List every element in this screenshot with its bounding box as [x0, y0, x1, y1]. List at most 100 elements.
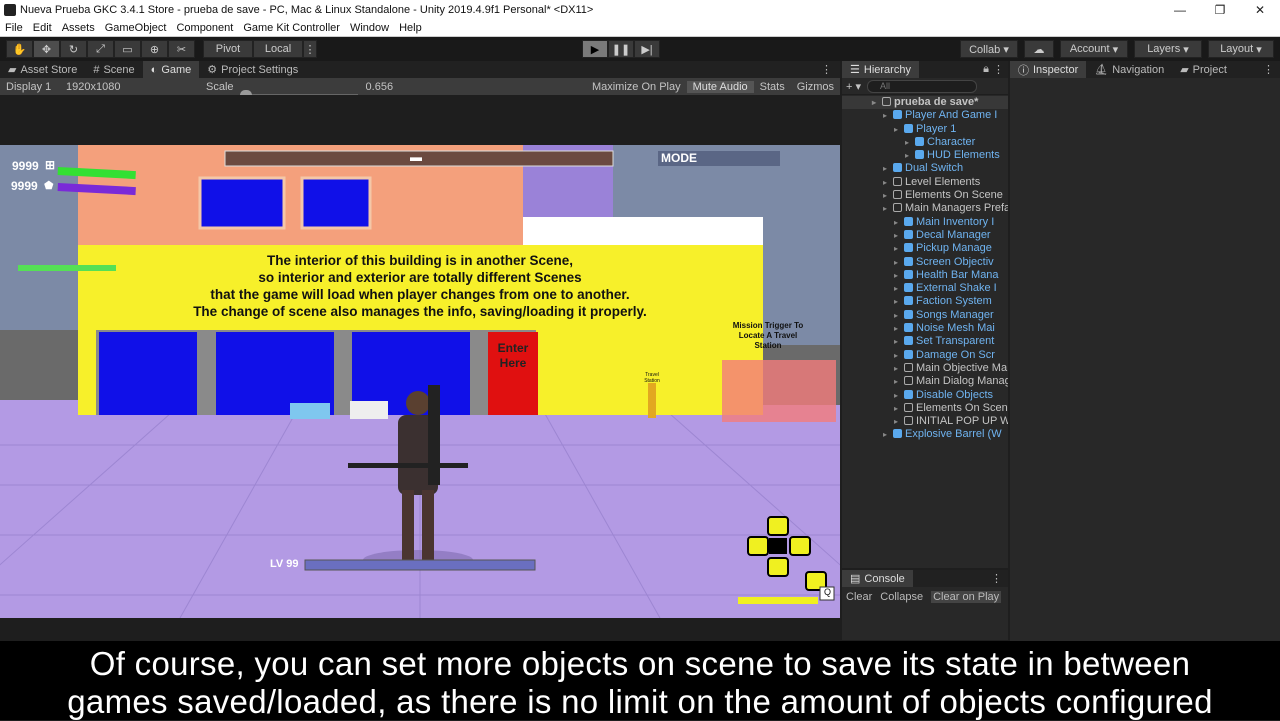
play-button[interactable]: ▶ — [582, 40, 608, 58]
panel-menu-icon[interactable]: ⋮ — [821, 63, 840, 76]
hierarchy-item[interactable]: ▸ Set Transparent — [842, 335, 1008, 348]
step-button[interactable]: ▶| — [634, 40, 660, 58]
hierarchy-item[interactable]: ▸ Main Inventory I — [842, 216, 1008, 229]
tab-asset-store[interactable]: ▰ Asset Store — [0, 61, 85, 78]
hierarchy-item[interactable]: ▸ Main Dialog Manag — [842, 375, 1008, 388]
expand-arrow-icon[interactable]: ▸ — [872, 96, 882, 109]
tab-project[interactable]: ▰ Project — [1172, 61, 1235, 78]
expand-arrow-icon[interactable]: ▸ — [905, 136, 915, 149]
hierarchy-item[interactable]: ▸ Level Elements — [842, 176, 1008, 189]
expand-arrow-icon[interactable]: ▸ — [905, 149, 915, 162]
pivot-toggle[interactable]: Pivot — [203, 40, 253, 58]
expand-arrow-icon[interactable]: ▸ — [894, 389, 904, 402]
hierarchy-item[interactable]: ▸ Main Managers Prefa — [842, 202, 1008, 215]
hierarchy-item[interactable]: ▸ HUD Elements — [842, 149, 1008, 162]
resolution-dropdown[interactable]: 1920x1080 — [60, 81, 200, 93]
tab-scene[interactable]: # Scene — [85, 61, 142, 78]
expand-arrow-icon[interactable]: ▸ — [883, 189, 893, 202]
hierarchy-item[interactable]: ▸ Decal Manager — [842, 229, 1008, 242]
hierarchy-menu-icon[interactable]: ⋮ — [993, 63, 1008, 76]
console-collapse-button[interactable]: Collapse — [880, 591, 923, 603]
hierarchy-item[interactable]: ▸ Dual Switch — [842, 162, 1008, 175]
restore-button[interactable]: ❐ — [1200, 0, 1240, 20]
menu-gameobject[interactable]: GameObject — [100, 22, 172, 34]
expand-arrow-icon[interactable]: ▸ — [894, 242, 904, 255]
tab-inspector[interactable]: ⓘ Inspector — [1010, 61, 1087, 78]
hand-tool-icon[interactable]: ✋ — [6, 40, 33, 58]
hierarchy-item[interactable]: ▸ Faction System — [842, 295, 1008, 308]
scale-tool-icon[interactable]: ⤢ — [87, 40, 114, 58]
menu-component[interactable]: Component — [171, 22, 238, 34]
hierarchy-item[interactable]: ▸ Pickup Manage — [842, 242, 1008, 255]
expand-arrow-icon[interactable]: ▸ — [894, 335, 904, 348]
expand-arrow-icon[interactable]: ▸ — [883, 428, 893, 441]
add-icon[interactable]: + ▾ — [846, 80, 861, 93]
expand-arrow-icon[interactable]: ▸ — [894, 295, 904, 308]
expand-arrow-icon[interactable]: ▸ — [894, 322, 904, 335]
expand-arrow-icon[interactable]: ▸ — [894, 349, 904, 362]
tab-hierarchy[interactable]: ☰ Hierarchy — [842, 61, 919, 78]
expand-arrow-icon[interactable]: ▸ — [894, 123, 904, 136]
tab-console[interactable]: ▤ Console — [842, 570, 913, 587]
move-tool-icon[interactable]: ✥ — [33, 40, 60, 58]
mute-audio-toggle[interactable]: Mute Audio — [686, 80, 754, 93]
expand-arrow-icon[interactable]: ▸ — [883, 109, 893, 122]
close-button[interactable]: ✕ — [1240, 0, 1280, 20]
menu-edit[interactable]: Edit — [28, 22, 57, 34]
rotate-tool-icon[interactable]: ↻ — [60, 40, 87, 58]
console-menu-icon[interactable]: ⋮ — [991, 572, 1008, 585]
hierarchy-item[interactable]: ▸ Elements On Scene — [842, 402, 1008, 415]
menu-assets[interactable]: Assets — [57, 22, 100, 34]
hierarchy-search-input[interactable] — [867, 79, 978, 93]
tab-project-settings[interactable]: ⚙ Project Settings — [199, 61, 306, 78]
gizmos-dropdown[interactable]: Gizmos — [791, 81, 840, 93]
hierarchy-item[interactable]: ▸ prueba de save* — [842, 96, 1008, 110]
hierarchy-item[interactable]: ▸ Disable Objects — [842, 389, 1008, 402]
expand-arrow-icon[interactable]: ▸ — [894, 402, 904, 415]
hierarchy-item[interactable]: ▸ Explosive Barrel (W — [842, 428, 1008, 441]
rect-tool-icon[interactable]: ▭ — [114, 40, 141, 58]
clear-on-play-toggle[interactable]: Clear on Play — [931, 591, 1002, 603]
expand-arrow-icon[interactable]: ▸ — [894, 216, 904, 229]
hierarchy-item[interactable]: ▸ Noise Mesh Mai — [842, 322, 1008, 335]
layers-dropdown[interactable]: Layers ▾ — [1134, 40, 1202, 58]
local-toggle[interactable]: Local — [253, 40, 303, 58]
expand-arrow-icon[interactable]: ▸ — [894, 375, 904, 388]
menu-game-kit-controller[interactable]: Game Kit Controller — [238, 22, 345, 34]
tab-game[interactable]: ◐ Game — [142, 61, 200, 78]
hierarchy-item[interactable]: ▸ Damage On Scr — [842, 349, 1008, 362]
hierarchy-item[interactable]: ▸ Player 1 — [842, 123, 1008, 136]
game-viewport[interactable]: 9999 ⊞ 9999 ⬟ ▬ MODE The interior of thi… — [0, 145, 840, 618]
lock-icon[interactable]: 🔒︎ — [983, 63, 993, 76]
layout-dropdown[interactable]: Layout ▾ — [1208, 40, 1274, 58]
expand-arrow-icon[interactable]: ▸ — [894, 229, 904, 242]
snap-icon[interactable]: ⋮ — [303, 40, 317, 58]
hierarchy-item[interactable]: ▸ Player And Game I — [842, 109, 1008, 122]
console-clear-button[interactable]: Clear — [846, 591, 872, 603]
expand-arrow-icon[interactable]: ▸ — [883, 176, 893, 189]
hierarchy-item[interactable]: ▸ External Shake I — [842, 282, 1008, 295]
expand-arrow-icon[interactable]: ▸ — [894, 362, 904, 375]
menu-file[interactable]: File — [0, 22, 28, 34]
expand-arrow-icon[interactable]: ▸ — [894, 415, 904, 428]
inspector-menu-icon[interactable]: ⋮ — [1263, 63, 1280, 76]
minimize-button[interactable]: — — [1160, 0, 1200, 20]
maximize-on-play-toggle[interactable]: Maximize On Play — [586, 81, 687, 93]
display-dropdown[interactable]: Display 1 — [0, 81, 60, 93]
hierarchy-item[interactable]: ▸ Songs Manager — [842, 309, 1008, 322]
custom-tool-icon[interactable]: ✂ — [168, 40, 195, 58]
menu-help[interactable]: Help — [394, 22, 427, 34]
hierarchy-item[interactable]: ▸ Character — [842, 136, 1008, 149]
hierarchy-item[interactable]: ▸ Screen Objectiv — [842, 256, 1008, 269]
account-dropdown[interactable]: Account ▾ — [1060, 40, 1128, 58]
expand-arrow-icon[interactable]: ▸ — [883, 202, 893, 215]
collab-button[interactable]: Collab ▾ — [960, 40, 1018, 58]
cloud-icon[interactable]: ☁ — [1024, 40, 1054, 58]
hierarchy-item[interactable]: ▸ Main Objective Ma — [842, 362, 1008, 375]
pause-button[interactable]: ❚❚ — [608, 40, 634, 58]
expand-arrow-icon[interactable]: ▸ — [894, 269, 904, 282]
menu-window[interactable]: Window — [345, 22, 394, 34]
hierarchy-item[interactable]: ▸ INITIAL POP UP WI — [842, 415, 1008, 428]
tab-navigation[interactable]: ⛵︎ Navigation — [1086, 61, 1172, 78]
hierarchy-item[interactable]: ▸ Health Bar Mana — [842, 269, 1008, 282]
